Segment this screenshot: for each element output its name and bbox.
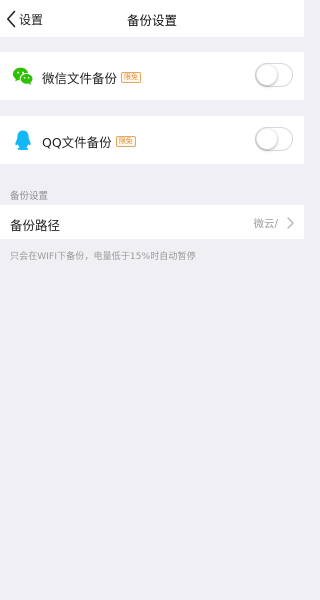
backup-path-row[interactable]: 备份路径 微云/ bbox=[0, 205, 304, 239]
qq-backup-row: QQ文件备份 限免 bbox=[0, 116, 304, 164]
wechat-backup-row: 微信文件备份 限免 bbox=[0, 52, 304, 100]
qq-penguin-icon bbox=[15, 130, 31, 150]
qq-backup-label: QQ文件备份 bbox=[42, 135, 112, 150]
backup-path-value: 微云/ bbox=[253, 218, 278, 230]
wechat-backup-toggle[interactable] bbox=[255, 63, 293, 87]
toggle-knob bbox=[257, 129, 277, 149]
qq-backup-toggle[interactable] bbox=[255, 127, 293, 151]
toggle-knob bbox=[257, 65, 277, 85]
wechat-icon bbox=[13, 67, 34, 85]
backup-path-label: 备份路径 bbox=[10, 218, 61, 233]
chevron-right-icon bbox=[287, 217, 294, 229]
free-badge: 限免 bbox=[115, 136, 136, 147]
wechat-backup-label: 微信文件备份 bbox=[42, 71, 118, 86]
free-badge: 限免 bbox=[121, 72, 142, 83]
nav-bar: 设置 备份设置 bbox=[0, 0, 304, 37]
section-header: 备份设置 bbox=[10, 191, 49, 202]
page-title: 备份设置 bbox=[126, 13, 177, 28]
footnote-text: 只会在WIFI下备份，电量低于15%时自动暂停 bbox=[10, 252, 196, 262]
